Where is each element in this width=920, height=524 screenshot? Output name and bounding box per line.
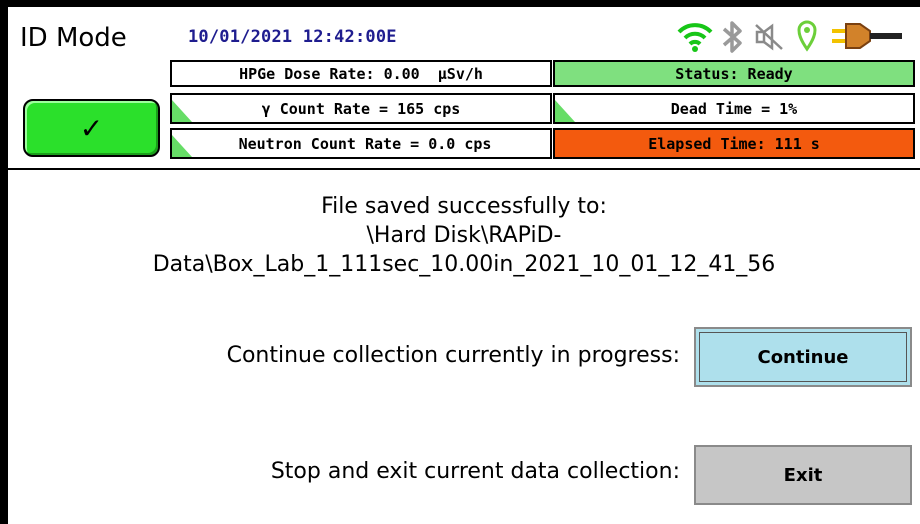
message-line-2: \Hard Disk\RAPiD- [366,223,562,248]
gamma-rate-text: γ Count Rate = 165 cps [261,99,461,118]
bluetooth-icon [722,21,742,53]
exit-prompt: Stop and exit current data collection: [270,459,680,484]
mode-title: ID Mode [20,23,127,53]
sound-muted-icon [755,23,783,51]
continue-prompt: Continue collection currently in progres… [226,343,680,368]
dose-rate-text: HPGe Dose Rate: 0.00 µSv/h [239,64,483,83]
header-divider [8,168,920,170]
checkmark-icon: ✓ [79,111,104,145]
dose-rate-field: HPGe Dose Rate: 0.00 µSv/h [170,60,552,87]
dead-time-text: Dead Time = 1% [670,99,798,118]
power-plug-icon [832,23,902,49]
gamma-rate-indicator [172,100,192,122]
message-line-1: File saved successfully to: [321,194,607,219]
neutron-rate-field: Neutron Count Rate = 0.0 cps [170,128,552,159]
message-line-3: Data\Box_Lab_1_111sec_10.00in_2021_10_01… [152,252,776,277]
app-screen: ID Mode 10/01/2021 12:42:00E HPGe Dose R… [8,7,920,524]
status-badge: Status: Ready [553,60,915,87]
continue-button[interactable]: Continue [694,327,912,387]
datetime-display: 10/01/2021 12:42:00E [188,27,397,47]
neutron-rate-indicator [172,135,192,157]
elapsed-time-badge: Elapsed Time: 111 s [553,128,915,159]
save-message: File saved successfully to: \Hard Disk\R… [8,192,920,279]
gamma-rate-field: γ Count Rate = 165 cps [170,93,552,124]
exit-button[interactable]: Exit [694,445,912,505]
neutron-rate-text: Neutron Count Rate = 0.0 cps [238,134,492,153]
dead-time-indicator [555,100,575,122]
wifi-icon [677,23,713,52]
elapsed-time-text: Elapsed Time: 111 s [648,134,820,153]
status-text: Status: Ready [675,64,793,83]
ok-button[interactable]: ✓ [23,99,160,157]
location-pin-icon [797,20,817,52]
dead-time-field: Dead Time = 1% [553,93,915,124]
